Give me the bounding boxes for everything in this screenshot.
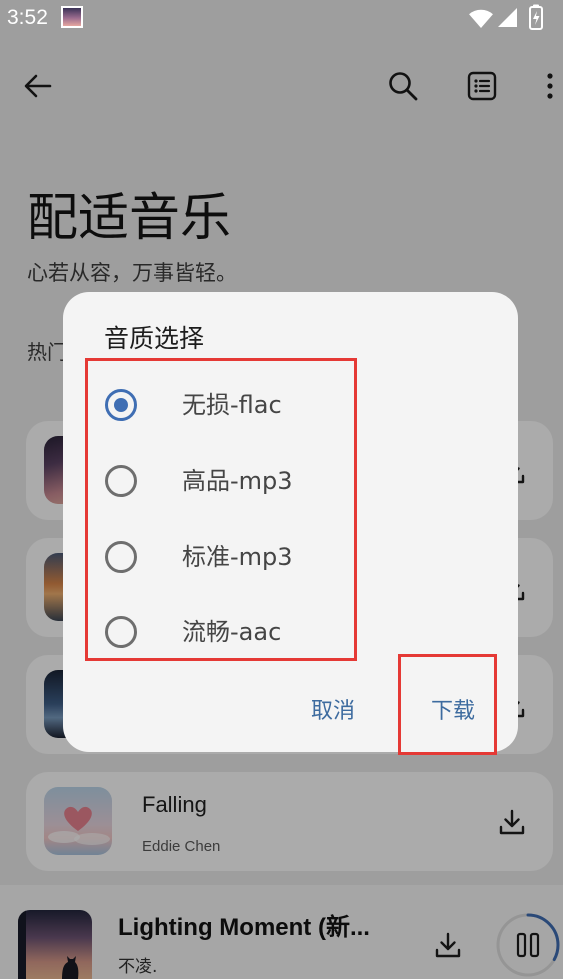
status-time: 3:52	[7, 6, 48, 29]
annotation-box-options	[85, 358, 357, 661]
signal-icon	[498, 8, 517, 27]
notification-image-icon	[61, 6, 83, 28]
dialog-title: 音质选择	[104, 324, 205, 353]
battery-charging-icon	[529, 4, 543, 30]
status-bar: 3:52	[0, 0, 563, 36]
annotation-box-download	[398, 654, 497, 755]
cancel-button[interactable]: 取消	[291, 688, 375, 736]
wifi-icon	[469, 9, 493, 29]
